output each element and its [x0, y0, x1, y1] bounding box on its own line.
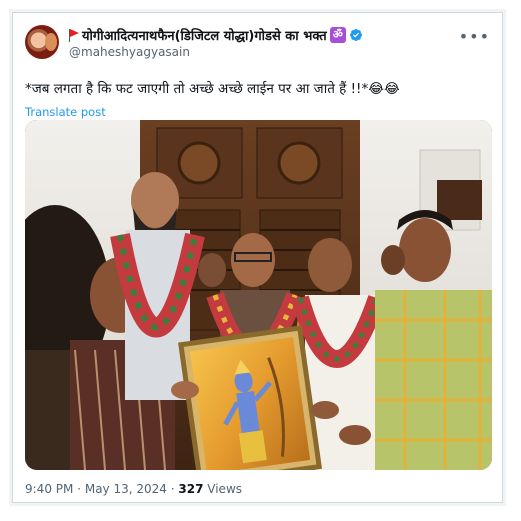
post-header: योगीआदित्यनाथफैन(डिजिटल योद्धा)गोडसे का …	[25, 25, 490, 69]
meta-separator: ·	[77, 482, 82, 496]
post-date[interactable]: May 13, 2024	[85, 482, 167, 496]
more-options-icon[interactable]: •••	[459, 27, 490, 46]
om-symbol-icon: ॐ	[329, 27, 346, 43]
verified-badge-icon	[349, 29, 362, 41]
flag-icon	[69, 28, 79, 42]
display-name-row[interactable]: योगीआदित्यनाथफैन(डिजिटल योद्धा)गोडसे का …	[69, 26, 363, 44]
post-photo[interactable]	[25, 120, 492, 470]
meta-separator-2: ·	[170, 482, 175, 496]
post-text: *जब लगता है कि फट जाएगी तो अच्छे अच्छे ल…	[25, 81, 400, 97]
avatar[interactable]	[25, 25, 59, 59]
user-handle[interactable]: @maheshyagyasain	[69, 45, 190, 59]
translate-post-link[interactable]: Translate post	[25, 105, 106, 119]
photo-illustration	[25, 120, 492, 470]
post-card: योगीआदित्यनाथफैन(डिजिटल योद्धा)गोडसे का …	[12, 12, 503, 503]
display-name[interactable]: योगीआदित्यनाथफैन(डिजिटल योद्धा)गोडसे का …	[82, 26, 327, 44]
post-meta: 9:40 PM · May 13, 2024 · 327 Views	[25, 482, 242, 496]
post-time[interactable]: 9:40 PM	[25, 482, 73, 496]
views-label: Views	[207, 482, 243, 496]
views-count[interactable]: 327	[178, 482, 203, 496]
